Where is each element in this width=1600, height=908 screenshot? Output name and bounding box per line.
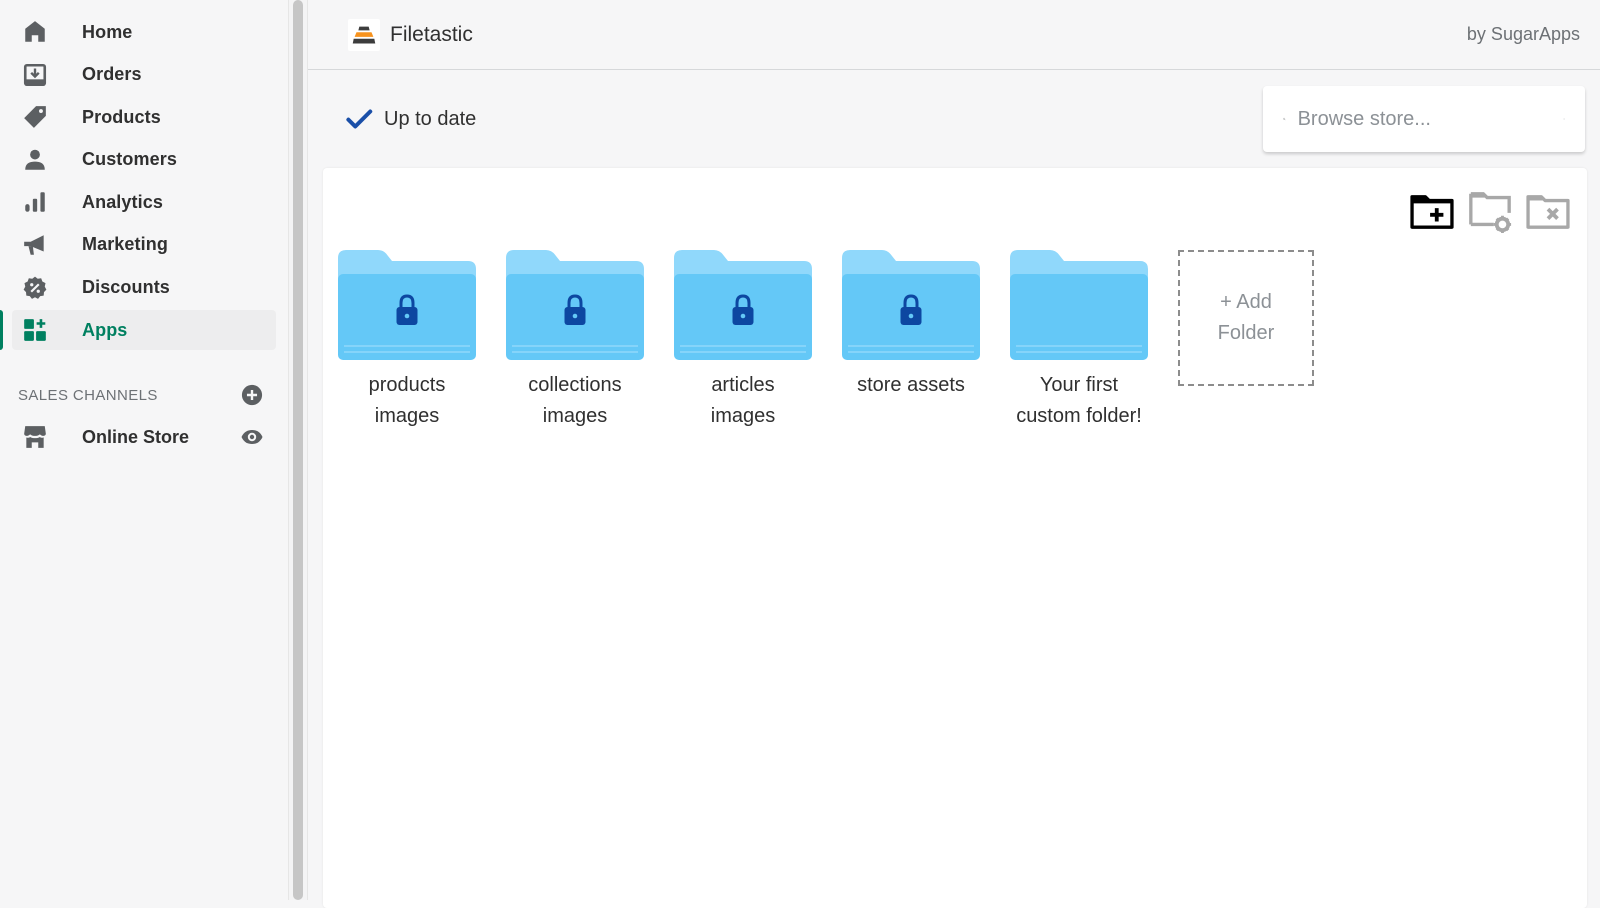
close-icon[interactable]: [1563, 107, 1565, 131]
eye-icon: [241, 430, 263, 445]
main-content: Filetastic by SugarApps Up to date Brows…: [308, 0, 1600, 908]
sidebar-item-label: Home: [82, 21, 133, 42]
folder-item[interactable]: Your first custom folder!: [1010, 250, 1148, 432]
sidebar-item-home[interactable]: Home: [12, 12, 276, 52]
sidebar-item-orders[interactable]: Orders: [12, 55, 276, 95]
locked-folder-icon: [674, 250, 812, 360]
sales-channels-header: SALES CHANNELS: [18, 380, 264, 410]
sidebar-item-label: Products: [82, 106, 161, 127]
person-icon: [22, 147, 48, 173]
new-folder-button[interactable]: [1409, 188, 1455, 234]
sidebar-item-label: Discounts: [82, 277, 170, 298]
tag-icon: [22, 104, 48, 130]
status-text: Up to date: [384, 107, 477, 130]
sidebar-item-label: Analytics: [82, 191, 163, 212]
add-sales-channel-button[interactable]: [240, 383, 264, 407]
locked-folder-icon: [506, 250, 644, 360]
delete-folder-button[interactable]: [1525, 188, 1571, 234]
app-header: Filetastic by SugarApps: [308, 0, 1600, 70]
app-publisher: by SugarApps: [1466, 24, 1580, 44]
sidebar-item-customers[interactable]: Customers: [12, 140, 276, 180]
sidebar-item-discounts[interactable]: Discounts: [12, 268, 276, 308]
nav-list: Home Orders Products Customers Analytics: [0, 0, 288, 351]
folder-toolbar: [1409, 188, 1571, 234]
status-row: Up to date: [308, 70, 1600, 166]
sync-status: Up to date: [344, 104, 476, 134]
folder-name: articles images: [710, 374, 776, 427]
folder-item[interactable]: collections images: [506, 250, 644, 432]
folder-gear-icon: [1469, 192, 1512, 234]
folder-name: Your first custom folder!: [1016, 374, 1142, 427]
sidebar-item-marketing[interactable]: Marketing: [12, 225, 276, 265]
folder-name: products images: [368, 374, 446, 427]
folder-item[interactable]: store assets: [842, 250, 980, 432]
app-logo-icon: [348, 18, 380, 51]
sidebar-item-products[interactable]: Products: [12, 97, 276, 137]
sidebar-item-analytics[interactable]: Analytics: [12, 182, 276, 222]
folder-settings-button[interactable]: [1467, 188, 1513, 234]
checkmark-icon: [346, 109, 373, 129]
home-icon: [22, 19, 48, 45]
sidebar-item-label: Orders: [82, 64, 142, 85]
store-icon: [22, 424, 48, 450]
bar-chart-icon: [22, 189, 48, 215]
sidebar-item-apps[interactable]: Apps: [0, 310, 276, 351]
sidebar-item-label: Online Store: [82, 426, 190, 447]
sidebar-item-label: Marketing: [82, 234, 168, 255]
locked-folder-icon: [842, 250, 980, 360]
megaphone-icon: [22, 232, 48, 258]
folder-item[interactable]: products images: [338, 250, 476, 432]
folder-name: store assets: [857, 374, 965, 396]
discount-icon: [22, 275, 48, 301]
folder-plus-icon: [1410, 195, 1454, 229]
app-brand: Filetastic: [348, 18, 473, 51]
folder-panel: products images collections images artic…: [323, 168, 1587, 908]
sidebar: Home Orders Products Customers Analytics: [0, 0, 288, 900]
folder-icon: [1010, 250, 1148, 360]
folder-grid: products images collections images artic…: [338, 250, 1314, 432]
folder-x-icon: [1526, 195, 1570, 229]
apps-icon: [22, 317, 48, 343]
scrollbar-thumb[interactable]: [293, 0, 303, 900]
browse-store-search: [1263, 86, 1585, 152]
app-name: Filetastic: [390, 22, 473, 46]
add-folder-button[interactable]: + Add Folder: [1178, 250, 1314, 386]
section-title: SALES CHANNELS: [18, 386, 158, 404]
sidebar-item-label: Apps: [82, 319, 128, 340]
search-input[interactable]: [1297, 107, 1563, 131]
locked-folder-icon: [338, 250, 476, 360]
sidebar-scrollbar[interactable]: [288, 0, 308, 900]
folder-name: collections images: [528, 374, 622, 427]
folder-item[interactable]: articles images: [674, 250, 812, 432]
plus-circle-icon: [241, 385, 263, 406]
sidebar-item-label: Customers: [82, 149, 177, 170]
orders-icon: [22, 62, 48, 88]
search-icon: [1283, 117, 1286, 121]
sidebar-item-online-store[interactable]: Online Store: [12, 417, 264, 457]
active-indicator: [0, 310, 3, 351]
view-online-store-button[interactable]: [240, 425, 264, 449]
